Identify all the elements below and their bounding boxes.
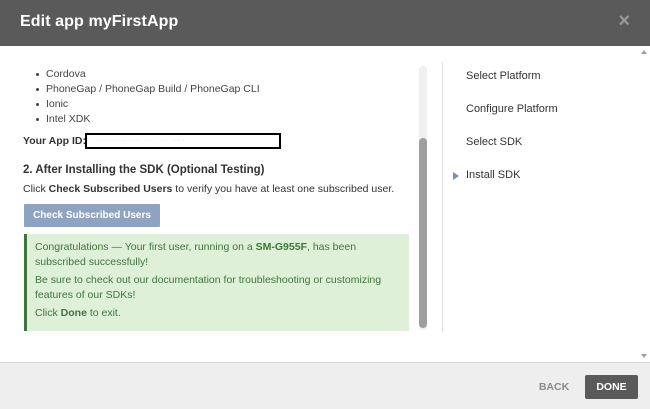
- app-id-value-box[interactable]: ··· ···· ·· ···· ···· ··· ··· ·: [85, 133, 281, 149]
- modal-header: Edit app myFirstApp ×: [0, 0, 650, 46]
- app-id-value: ··· ···· ·· ···· ···· ··· ··· ·: [95, 138, 186, 144]
- device-model: SM-G955F: [255, 241, 307, 253]
- section-title: 2. After Installing the SDK (Optional Te…: [23, 164, 265, 176]
- alert-line-3: Click Done to exit.: [35, 307, 121, 319]
- list-item: Cordova: [36, 67, 260, 82]
- app-id-label: Your App ID:: [23, 135, 86, 147]
- done-button[interactable]: DONE: [585, 375, 638, 399]
- modal-scrollbar[interactable]: [638, 46, 650, 362]
- platform-list: Cordova PhoneGap / PhoneGap Build / Phon…: [36, 67, 260, 127]
- alert-line-2: Be sure to check out our documentation f…: [35, 274, 382, 301]
- modal-footer: BACK DONE: [0, 362, 650, 409]
- list-item: Ionic: [36, 97, 260, 112]
- step-select-sdk[interactable]: Select SDK: [466, 136, 522, 148]
- content-scrollbar[interactable]: [419, 66, 427, 330]
- list-item: PhoneGap / PhoneGap Build / PhoneGap CLI: [36, 83, 260, 95]
- close-icon[interactable]: ×: [618, 10, 630, 32]
- scrollbar-thumb[interactable]: [419, 138, 427, 328]
- scroll-up-icon[interactable]: [641, 50, 647, 54]
- step-select-platform[interactable]: Select Platform: [466, 70, 541, 82]
- edit-app-modal: Edit app myFirstApp × Cordova PhoneGap /…: [0, 0, 650, 409]
- modal-title: Edit app myFirstApp: [20, 13, 179, 30]
- done-emphasis: Done: [60, 307, 87, 319]
- install-sdk-content: Cordova PhoneGap / PhoneGap Build / Phon…: [0, 46, 432, 362]
- success-alert: Congratulations — Your first user, runni…: [24, 234, 409, 331]
- instruction-bold: Check Subscribed Users: [48, 183, 173, 195]
- step-install-sdk[interactable]: Install SDK: [452, 169, 520, 181]
- list-item: Intel XDK: [36, 112, 260, 127]
- alert-line-1: Congratulations — Your first user, runni…: [35, 241, 357, 268]
- instruction-text: Click Check Subscribed Users to verify y…: [23, 183, 395, 195]
- wizard-steps: Select Platform Configure Platform Selec…: [452, 46, 635, 362]
- check-subscribed-users-button[interactable]: Check Subscribed Users: [24, 204, 160, 227]
- divider: [442, 62, 443, 332]
- back-button[interactable]: BACK: [531, 375, 577, 399]
- step-configure-platform[interactable]: Configure Platform: [466, 103, 558, 115]
- scroll-down-icon[interactable]: [641, 354, 647, 358]
